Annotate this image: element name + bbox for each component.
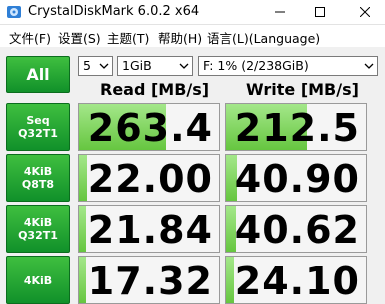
seq-q32t1-read-value: 263.4: [87, 106, 213, 150]
menu-help[interactable]: 帮助(H): [158, 28, 202, 47]
test-size-value: 1GiB: [122, 58, 152, 73]
chevron-down-icon: [364, 63, 374, 69]
row-label-line1: Seq: [26, 114, 50, 127]
menu-file[interactable]: 文件(F): [9, 28, 51, 47]
maximize-icon: [315, 7, 325, 17]
row-label-line2: Q8T8: [21, 178, 55, 191]
row-label-line1: 4KiB: [23, 216, 53, 229]
close-icon: [360, 7, 370, 17]
4kib-q1t1-read-value: 17.32: [87, 259, 213, 303]
4kib-q8t8-read-cell: 22.00: [78, 154, 220, 202]
chevron-down-icon: [179, 63, 189, 69]
read-progress-bar: [79, 257, 86, 303]
row-label-line2: Q32T1: [18, 127, 58, 140]
menu-theme[interactable]: 主题(T): [107, 28, 149, 47]
test-count-select[interactable]: 5: [78, 56, 113, 76]
4kib-q1t1-write-cell: 24.10: [225, 256, 367, 304]
write-progress-bar: [226, 257, 235, 303]
read-progress-bar: [79, 155, 88, 201]
4kib-q8t8-button[interactable]: 4KiB Q8T8: [6, 154, 70, 202]
row-label-line1: 4KiB: [23, 273, 53, 287]
read-progress-bar: [79, 206, 86, 252]
test-count-value: 5: [83, 58, 91, 73]
menu-settings[interactable]: 设置(S): [58, 28, 101, 47]
4kib-q8t8-write-value: 40.90: [234, 157, 360, 201]
seq-q32t1-write-cell: 212.5: [225, 103, 367, 151]
menu-language[interactable]: 语言(L)(Language): [207, 28, 320, 47]
maximize-button[interactable]: [305, 0, 335, 24]
drive-select[interactable]: F: 1% (2/238GiB): [198, 56, 378, 76]
chevron-down-icon: [99, 63, 109, 69]
window-title: CrystalDiskMark 6.0.2 x64: [28, 4, 200, 19]
4kib-q1t1-write-value: 24.10: [234, 259, 360, 303]
seq-q32t1-read-cell: 263.4: [78, 103, 220, 151]
drive-value: F: 1% (2/238GiB): [203, 58, 309, 73]
minimize-button[interactable]: [265, 0, 295, 24]
4kib-q32t1-write-cell: 40.62: [225, 205, 367, 253]
title-bar: CrystalDiskMark 6.0.2 x64: [0, 0, 385, 25]
read-header: Read [MB/s]: [100, 80, 210, 99]
menu-bar: 文件(F) 设置(S) 主题(T) 帮助(H) 语言(L)(Language): [0, 25, 385, 48]
crystaldiskmark-app-icon: [7, 6, 21, 18]
close-button[interactable]: [350, 0, 380, 24]
row-label-line1: 4KiB: [23, 165, 53, 178]
row-label-line2: Q32T1: [18, 229, 58, 242]
4kib-q1t1-button[interactable]: 4KiB: [6, 256, 70, 304]
4kib-q32t1-read-value: 21.84: [87, 208, 213, 252]
test-size-select[interactable]: 1GiB: [117, 56, 193, 76]
4kib-q8t8-read-value: 22.00: [87, 157, 213, 201]
4kib-q32t1-write-value: 40.62: [234, 208, 360, 252]
all-button[interactable]: All: [6, 56, 70, 93]
4kib-q32t1-button[interactable]: 4KiB Q32T1: [6, 205, 70, 253]
minimize-icon: [275, 11, 285, 13]
write-header: Write [MB/s]: [246, 80, 359, 99]
seq-q32t1-write-value: 212.5: [234, 106, 360, 150]
4kib-q1t1-read-cell: 17.32: [78, 256, 220, 304]
4kib-q32t1-read-cell: 21.84: [78, 205, 220, 253]
seq-q32t1-button[interactable]: Seq Q32T1: [6, 103, 70, 151]
4kib-q8t8-write-cell: 40.90: [225, 154, 367, 202]
